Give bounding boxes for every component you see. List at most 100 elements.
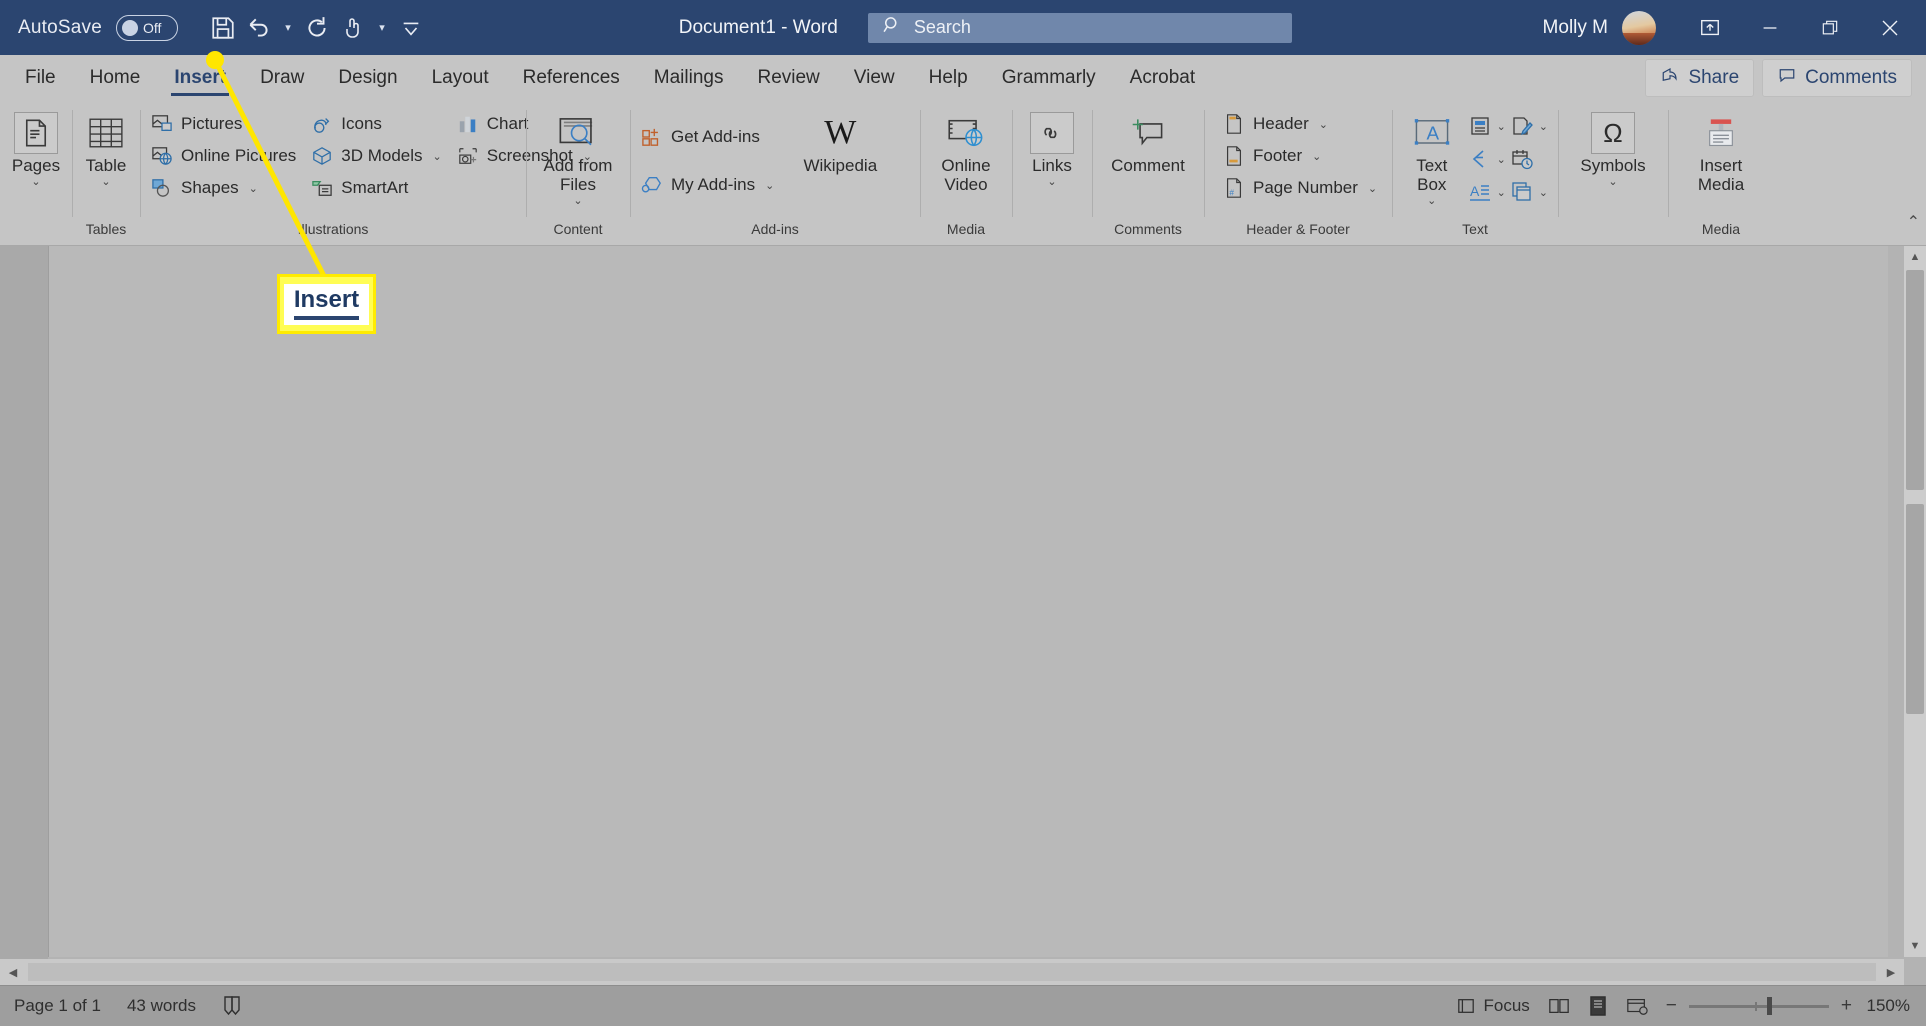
tab-home[interactable]: Home	[73, 55, 158, 100]
3d-models-button[interactable]: 3D Models ⌄	[310, 143, 442, 169]
zoom-out-button[interactable]: −	[1666, 995, 1677, 1017]
drop-cap-button[interactable]: A ⌄	[1466, 178, 1506, 206]
zoom-level[interactable]: 150%	[1864, 996, 1910, 1016]
tab-references[interactable]: References	[506, 55, 637, 100]
tab-view[interactable]: View	[837, 55, 912, 100]
touch-mode-dropdown-icon[interactable]: ▾	[372, 10, 392, 46]
page-number-caret-icon[interactable]: ⌄	[1368, 182, 1377, 195]
focus-button[interactable]: Focus	[1457, 996, 1530, 1016]
tab-help[interactable]: Help	[912, 55, 985, 100]
web-layout-button[interactable]	[1626, 996, 1648, 1016]
tab-design[interactable]: Design	[321, 55, 414, 100]
share-button[interactable]: Share	[1645, 58, 1755, 97]
customize-qat-icon[interactable]	[394, 10, 428, 46]
quick-parts-button[interactable]: ⌄	[1466, 112, 1506, 140]
zoom-in-button[interactable]: +	[1841, 995, 1852, 1017]
pictures-button[interactable]: Pictures	[150, 111, 296, 137]
proofing-icon[interactable]	[222, 995, 242, 1017]
shapes-button[interactable]: Shapes ⌄	[150, 175, 296, 201]
comment-button[interactable]: Comment	[1102, 108, 1194, 175]
add-from-files-button[interactable]: Add from Files ⌄	[536, 108, 620, 207]
vertical-scroll-thumb-lower[interactable]	[1906, 504, 1924, 714]
links-button[interactable]: Links ⌄	[1022, 108, 1082, 188]
symbols-button[interactable]: Ω Symbols ⌄	[1568, 108, 1658, 188]
my-add-ins-caret-icon[interactable]: ⌄	[765, 179, 774, 192]
tab-acrobat[interactable]: Acrobat	[1113, 55, 1212, 100]
close-icon[interactable]	[1862, 0, 1918, 55]
autosave-toggle[interactable]: Off	[116, 14, 178, 41]
object-caret-icon[interactable]: ⌄	[1539, 186, 1548, 199]
tab-file[interactable]: File	[8, 55, 73, 100]
page-number-button[interactable]: # Page Number ⌄	[1222, 175, 1377, 201]
avatar[interactable]	[1622, 10, 1656, 45]
table-caret-icon[interactable]: ⌄	[101, 177, 110, 188]
text-box-caret-icon[interactable]: ⌄	[1427, 196, 1436, 207]
horizontal-scrollbar[interactable]: ◀ ▶	[0, 959, 1904, 985]
vertical-scroll-thumb[interactable]	[1906, 270, 1924, 490]
undo-icon[interactable]	[242, 10, 276, 46]
zoom-slider-handle[interactable]	[1766, 997, 1772, 1015]
icons-button[interactable]: Icons	[310, 111, 441, 137]
scroll-right-button[interactable]: ▶	[1878, 959, 1904, 985]
online-video-button[interactable]: Online Video	[930, 108, 1002, 194]
scroll-up-button[interactable]: ▲	[1904, 246, 1926, 268]
undo-dropdown-icon[interactable]: ▾	[278, 10, 298, 46]
restore-icon[interactable]	[1802, 0, 1858, 55]
quick-parts-caret-icon[interactable]: ⌄	[1497, 120, 1506, 133]
minimize-icon[interactable]	[1742, 0, 1798, 55]
add-from-files-caret-icon[interactable]: ⌄	[573, 196, 582, 207]
tab-review[interactable]: Review	[740, 55, 836, 100]
smartart-button[interactable]: SmartArt	[310, 175, 441, 201]
insert-media-button[interactable]: Insert Media	[1678, 108, 1764, 194]
date-time-button[interactable]	[1508, 145, 1548, 173]
signature-line-caret-icon[interactable]: ⌄	[1539, 120, 1548, 133]
vertical-scrollbar[interactable]: ▲ ▼	[1904, 246, 1926, 957]
wikipedia-button[interactable]: W Wikipedia	[792, 108, 888, 177]
pages-button[interactable]: Pages ⌄	[10, 108, 62, 188]
links-caret-icon[interactable]: ⌄	[1047, 177, 1056, 188]
read-mode-button[interactable]	[1548, 996, 1570, 1016]
footer-caret-icon[interactable]: ⌄	[1312, 150, 1321, 163]
document-page[interactable]	[48, 246, 1888, 957]
touch-mode-icon[interactable]	[336, 10, 370, 46]
table-button[interactable]: Table ⌄	[82, 108, 130, 188]
zoom-slider[interactable]	[1688, 997, 1829, 1015]
scroll-down-button[interactable]: ▼	[1904, 935, 1926, 957]
text-box-button[interactable]: A Text Box ⌄	[1402, 108, 1462, 207]
tab-draw[interactable]: Draw	[243, 55, 321, 100]
pages-caret-icon[interactable]: ⌄	[31, 177, 40, 188]
tab-mailings[interactable]: Mailings	[637, 55, 741, 100]
tab-insert[interactable]: Insert	[157, 55, 243, 100]
ribbon-display-options-icon[interactable]	[1682, 0, 1738, 55]
redo-icon[interactable]	[300, 10, 334, 46]
tab-layout[interactable]: Layout	[415, 55, 506, 100]
collapse-ribbon-icon[interactable]: ⌃	[1907, 212, 1920, 232]
3d-models-caret-icon[interactable]: ⌄	[433, 150, 442, 163]
my-add-ins-button[interactable]: My Add-ins ⌄	[640, 172, 774, 198]
word-count[interactable]: 43 words	[127, 996, 196, 1016]
zoom-slider-track	[1688, 1004, 1829, 1008]
online-pictures-button[interactable]: Online Pictures	[150, 143, 296, 169]
signature-line-button[interactable]: ⌄	[1508, 112, 1548, 140]
ribbon-group-pages: Pages ⌄	[0, 100, 72, 245]
header-button[interactable]: Header ⌄	[1222, 111, 1377, 137]
tab-grammarly[interactable]: Grammarly	[985, 55, 1113, 100]
page-info[interactable]: Page 1 of 1	[14, 996, 101, 1016]
search-input[interactable]: Search	[867, 12, 1292, 43]
chart-label: Chart	[486, 114, 529, 133]
scroll-left-button[interactable]: ◀	[0, 959, 26, 985]
shapes-caret-icon[interactable]: ⌄	[249, 182, 258, 195]
object-button[interactable]: ⌄	[1508, 178, 1548, 206]
wordart-button[interactable]: ⌄	[1466, 145, 1506, 173]
save-icon[interactable]	[206, 10, 240, 46]
footer-button[interactable]: Footer ⌄	[1222, 143, 1377, 169]
header-caret-icon[interactable]: ⌄	[1319, 118, 1328, 131]
print-layout-button[interactable]	[1588, 995, 1608, 1017]
comments-button[interactable]: Comments	[1762, 58, 1912, 97]
drop-cap-caret-icon[interactable]: ⌄	[1497, 186, 1506, 199]
horizontal-scroll-thumb[interactable]	[28, 963, 1876, 981]
add-from-files-icon	[556, 112, 600, 154]
symbols-caret-icon[interactable]: ⌄	[1608, 177, 1617, 188]
get-add-ins-button[interactable]: Get Add-ins	[640, 124, 774, 150]
wordart-caret-icon[interactable]: ⌄	[1497, 153, 1506, 166]
